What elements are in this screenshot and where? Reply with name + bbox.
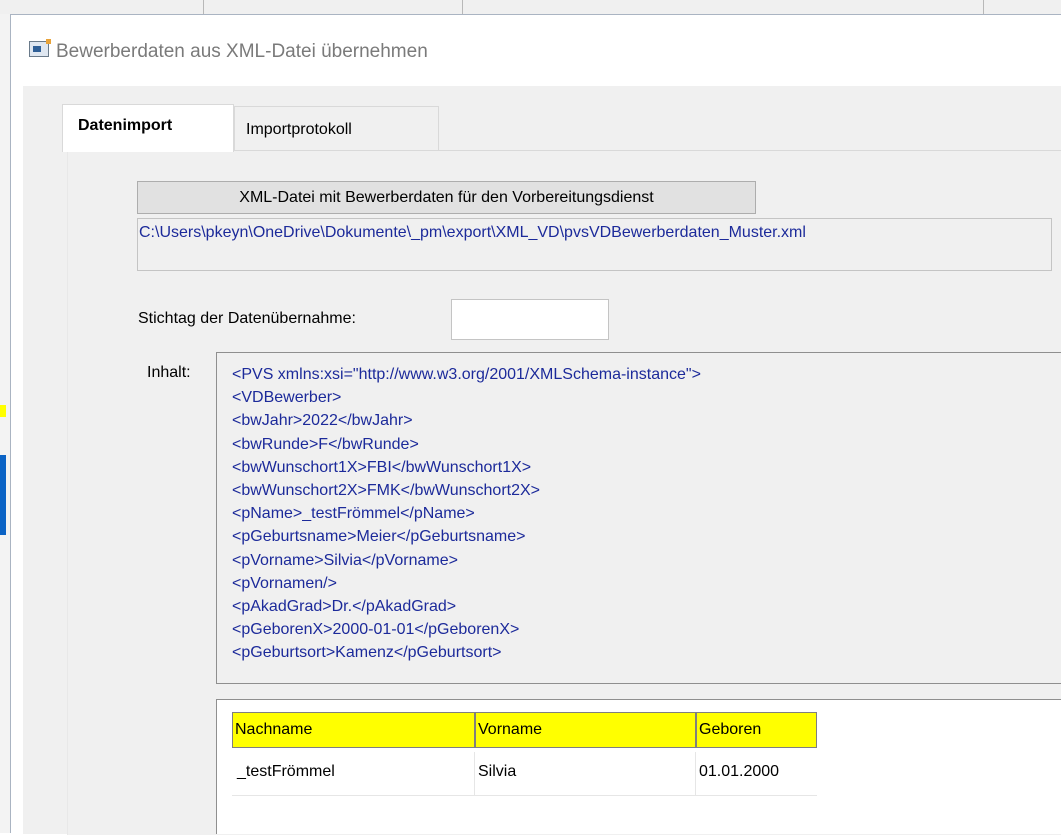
background-separator: [203, 0, 204, 14]
xml-line: <pName>_testFrömmel</pName>: [232, 505, 475, 523]
table-cell-vorname[interactable]: Silvia: [475, 752, 696, 796]
background-app-edge: [0, 14, 10, 833]
window-title: Bewerberdaten aus XML-Datei übernehmen: [56, 41, 428, 62]
background-separator: [983, 0, 984, 14]
xml-line: <pGeburtsname>Meier</pGeburtsname>: [232, 528, 526, 546]
file-path-display: C:\Users\pkeyn\OneDrive\Dokumente\_pm\ex…: [137, 218, 1052, 271]
table-cell-geboren[interactable]: 01.01.2000: [696, 752, 817, 796]
column-header-geboren[interactable]: Geboren: [696, 712, 817, 748]
xml-line: <bwWunschort1X>FBI</bwWunschort1X>: [232, 458, 532, 476]
title-bar[interactable]: Bewerberdaten aus XML-Datei übernehmen: [11, 15, 1061, 85]
import-dialog: Bewerberdaten aus XML-Datei übernehmen D…: [10, 14, 1061, 835]
xml-line: <PVS xmlns:xsi="http://www.w3.org/2001/X…: [232, 366, 701, 383]
inhalt-label: Inhalt:: [147, 364, 191, 381]
xml-line: <VDBewerber>: [232, 389, 342, 407]
background-separator: [462, 0, 463, 14]
form-window-icon: [29, 39, 51, 57]
xml-line: <pVornamen/>: [232, 574, 337, 592]
column-header-nachname[interactable]: Nachname: [232, 712, 475, 748]
tab-importprotokoll[interactable]: Importprotokoll: [234, 106, 439, 150]
xml-line: <bwWunschort2X>FMK</bwWunschort2X>: [232, 482, 540, 500]
background-selection-mark: [0, 455, 6, 535]
background-highlight-mark: [0, 405, 6, 417]
xml-line: <bwJahr>2022</bwJahr>: [232, 412, 413, 430]
xml-line: <pAkadGrad>Dr.</pAkadGrad>: [232, 598, 457, 616]
stichtag-label: Stichtag der Datenübernahme:: [138, 310, 356, 327]
xml-line: <bwRunde>F</bwRunde>: [232, 435, 419, 453]
dialog-body: Datenimport Importprotokoll XML-Datei mi…: [23, 86, 1061, 835]
results-table: Nachname Vorname Geboren _testFrömmel Si…: [216, 699, 1061, 834]
table-cell-nachname[interactable]: _testFrömmel: [232, 752, 475, 796]
tab-datenimport[interactable]: Datenimport: [62, 104, 234, 152]
xml-content-box[interactable]: <PVS xmlns:xsi="http://www.w3.org/2001/X…: [216, 352, 1061, 684]
xml-line: <pVorname>Silvia</pVorname>: [232, 551, 458, 569]
xml-line: <pGeborenX>2000-01-01</pGeborenX>: [232, 621, 520, 639]
xml-line: <pGeburtsort>Kamenz</pGeburtsort>: [232, 644, 502, 662]
background-app-strip: [0, 0, 1061, 15]
stichtag-input[interactable]: [451, 299, 609, 340]
select-xml-file-button[interactable]: XML-Datei mit Bewerberdaten für den Vorb…: [137, 181, 756, 214]
column-header-vorname[interactable]: Vorname: [475, 712, 696, 748]
